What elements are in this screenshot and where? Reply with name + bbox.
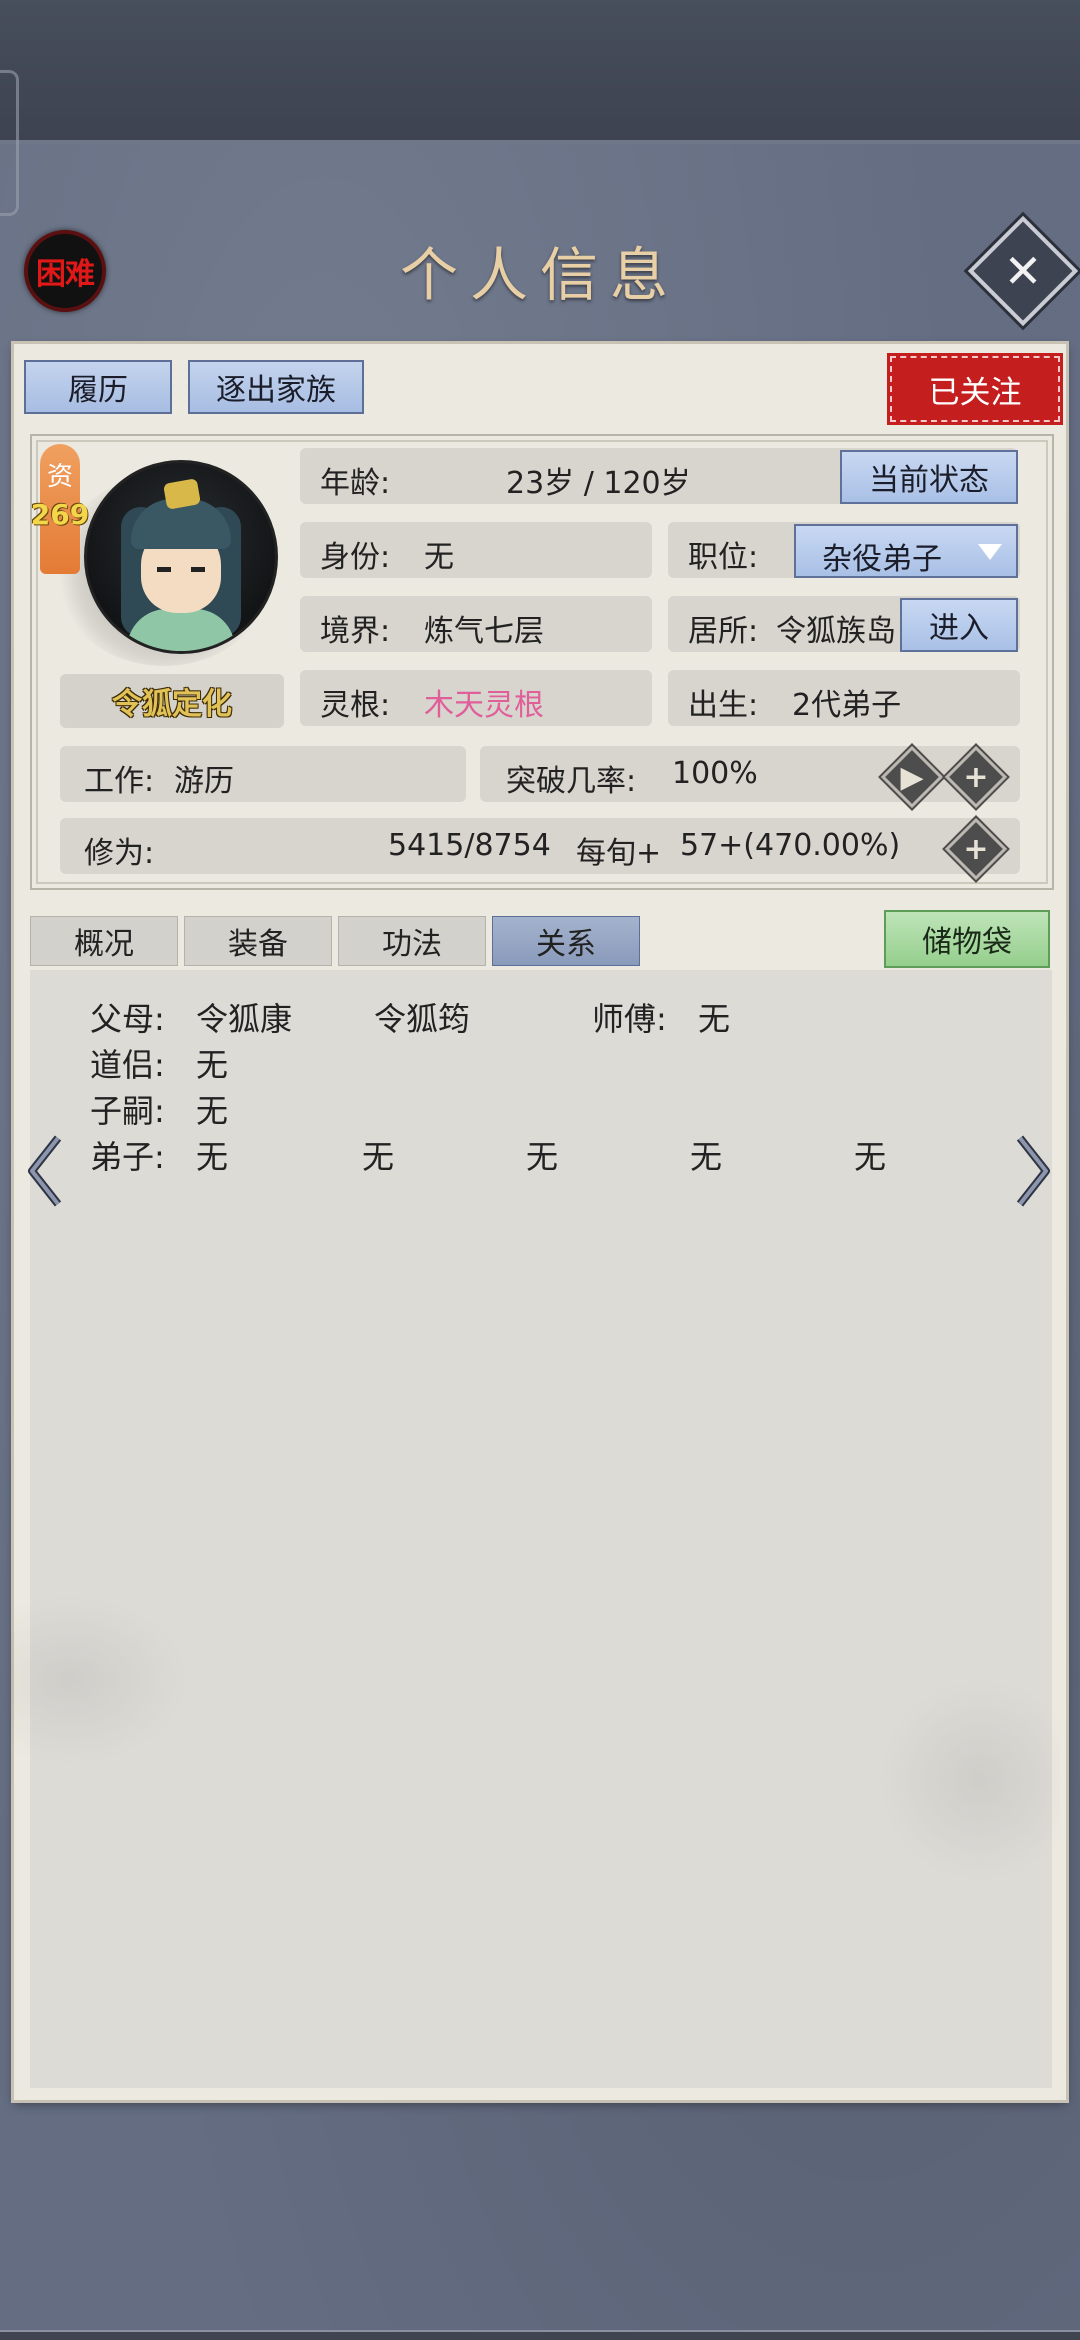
identity-label: 身份: — [320, 540, 391, 575]
identity-value: 无 — [424, 540, 454, 575]
next-arrow-button[interactable] — [1014, 1134, 1054, 1208]
per-period-label: 每旬+ — [576, 836, 662, 871]
cultivation-field: 修为: 5415/8754 每旬+ 57+(470.00%) — [60, 818, 1020, 874]
followed-button[interactable]: 已关注 — [887, 353, 1063, 425]
partner-value: 无 — [196, 1046, 229, 1084]
expel-button[interactable]: 逐出家族 — [188, 360, 364, 414]
spirit-root-value: 木天灵根 — [424, 688, 544, 723]
cultivation-value: 5415/8754 — [388, 828, 551, 863]
parent-name[interactable]: 令狐筠 — [374, 994, 470, 1040]
plus-icon: + — [963, 759, 989, 795]
play-icon: ▶ — [900, 759, 924, 795]
children-value: 无 — [196, 1092, 229, 1130]
breakthrough-label: 突破几率: — [506, 764, 637, 799]
spirit-root-label: 灵根: — [320, 688, 391, 723]
residence-value: 令狐族岛 — [776, 614, 896, 649]
residence-label: 居所: — [688, 614, 759, 649]
disciple-value: 无 — [196, 1138, 229, 1176]
parents-label: 父母: — [90, 1000, 165, 1038]
breakthrough-value: 100% — [672, 756, 758, 791]
parent-name[interactable]: 令狐康 — [196, 994, 292, 1040]
chevron-right-icon — [1016, 1135, 1050, 1207]
per-period-value: 57+(470.00%) — [680, 828, 901, 863]
partner-label: 道侣: — [90, 1046, 165, 1084]
current-state-button[interactable]: 当前状态 — [840, 450, 1018, 504]
plus-icon: + — [963, 831, 989, 867]
tab-relations[interactable]: 关系 — [492, 916, 640, 966]
bottom-bar — [0, 2330, 1080, 2340]
identity-field: 身份: 无 — [300, 522, 652, 578]
tab-skills[interactable]: 功法 — [338, 916, 486, 966]
cultivation-label: 修为: — [84, 836, 155, 871]
disciple-value: 无 — [362, 1138, 395, 1176]
top-bar — [0, 0, 1080, 144]
character-name: 令狐定化 — [60, 674, 284, 728]
avatar-eye — [157, 567, 171, 572]
storage-bag-button[interactable]: 储物袋 — [884, 910, 1050, 968]
talent-label: 资 — [46, 462, 73, 492]
talent-value: 269 — [30, 498, 90, 531]
tab-overview[interactable]: 概况 — [30, 916, 178, 966]
work-value: 游历 — [174, 764, 234, 799]
age-label: 年龄: — [320, 466, 391, 501]
position-value: 杂役弟子 — [822, 542, 942, 577]
disciple-value: 无 — [690, 1138, 723, 1176]
enter-button[interactable]: 进入 — [900, 598, 1018, 652]
close-icon: ✕ — [1003, 244, 1043, 298]
avatar[interactable] — [84, 460, 278, 654]
chevron-left-icon — [28, 1135, 62, 1207]
side-drawer-handle[interactable] — [0, 70, 19, 216]
birth-field: 出生: 2代弟子 — [668, 670, 1020, 726]
master-label: 师傅: — [592, 1000, 667, 1038]
realm-field: 境界: 炼气七层 — [300, 596, 652, 652]
realm-label: 境界: — [320, 614, 391, 649]
work-label: 工作: — [84, 764, 155, 799]
avatar-container — [44, 446, 284, 676]
chevron-down-icon — [978, 544, 1002, 560]
bamboo-decoration — [860, 1660, 1060, 1900]
bamboo-decoration — [10, 1580, 210, 1780]
work-field: 工作: 游历 — [60, 746, 466, 802]
spirit-root-field: 灵根: 木天灵根 — [300, 670, 652, 726]
disciple-value: 无 — [526, 1138, 559, 1176]
age-value: 23岁 / 120岁 — [506, 466, 691, 501]
prev-arrow-button[interactable] — [24, 1134, 64, 1208]
birth-value: 2代弟子 — [792, 688, 902, 723]
tab-equipment[interactable]: 装备 — [184, 916, 332, 966]
avatar-eye — [191, 567, 205, 572]
disciples-label: 弟子: — [90, 1138, 165, 1176]
position-label: 职位: — [688, 540, 759, 575]
position-dropdown[interactable]: 杂役弟子 — [794, 524, 1018, 578]
disciple-value: 无 — [854, 1138, 887, 1176]
birth-label: 出生: — [688, 688, 759, 723]
history-button[interactable]: 履历 — [24, 360, 172, 414]
children-label: 子嗣: — [90, 1092, 165, 1130]
page-title: 个人信息 — [399, 241, 680, 309]
master-value: 无 — [698, 1000, 731, 1038]
realm-value: 炼气七层 — [424, 614, 544, 649]
